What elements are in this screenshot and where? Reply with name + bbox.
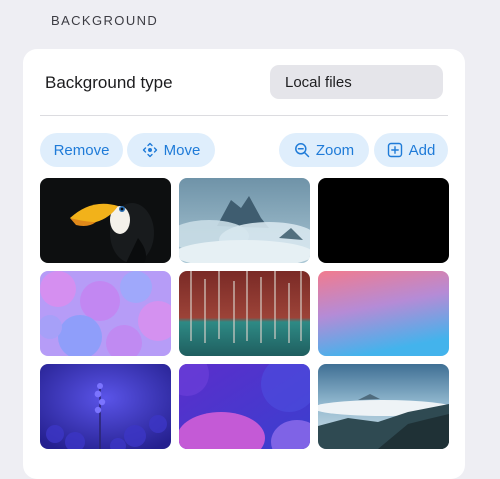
purple-flowers-image — [40, 364, 171, 449]
purple-blobs-image — [40, 271, 171, 356]
toucan-image — [40, 178, 171, 263]
background-settings-card: Background type Local files Remove Move — [23, 49, 465, 479]
background-type-select[interactable]: Local files — [270, 65, 443, 99]
move-button-label: Move — [163, 141, 201, 159]
black-image — [318, 178, 449, 263]
plus-square-icon — [387, 142, 403, 158]
mountain-sea-of-clouds-image — [318, 364, 449, 449]
remove-button-label: Remove — [53, 141, 110, 159]
background-type-label: Background type — [45, 73, 173, 92]
add-button[interactable]: Add — [374, 133, 448, 167]
background-type-row: Background type Local files — [23, 49, 465, 115]
thumbnail-purple-waves[interactable] — [179, 364, 310, 449]
thumbnail-purple-blobs[interactable] — [40, 271, 171, 356]
zoom-button-label: Zoom — [315, 141, 355, 159]
purple-waves-image — [179, 364, 310, 449]
section-title: BACKGROUND — [51, 13, 159, 28]
remove-button[interactable]: Remove — [40, 133, 123, 167]
pink-blue-gradient-image — [318, 271, 449, 356]
thumbnail-purple-flowers[interactable] — [40, 364, 171, 449]
add-button-label: Add — [408, 141, 436, 159]
thumbnail-cloudy-mountains[interactable] — [179, 178, 310, 263]
thumbnail-pink-blue-gradient[interactable] — [318, 271, 449, 356]
thumbnail-black[interactable] — [318, 178, 449, 263]
cloudy-mountains-image — [179, 178, 310, 263]
move-button[interactable]: Move — [127, 133, 215, 167]
forest-lake-image — [179, 271, 310, 356]
zoom-out-icon — [294, 142, 310, 158]
zoom-button[interactable]: Zoom — [279, 133, 369, 167]
move-arrows-icon — [142, 142, 158, 158]
divider — [40, 115, 448, 116]
thumbnail-mountain-sea-of-clouds[interactable] — [318, 364, 449, 449]
thumbnail-forest-lake[interactable] — [179, 271, 310, 356]
thumbnail-toucan[interactable] — [40, 178, 171, 263]
